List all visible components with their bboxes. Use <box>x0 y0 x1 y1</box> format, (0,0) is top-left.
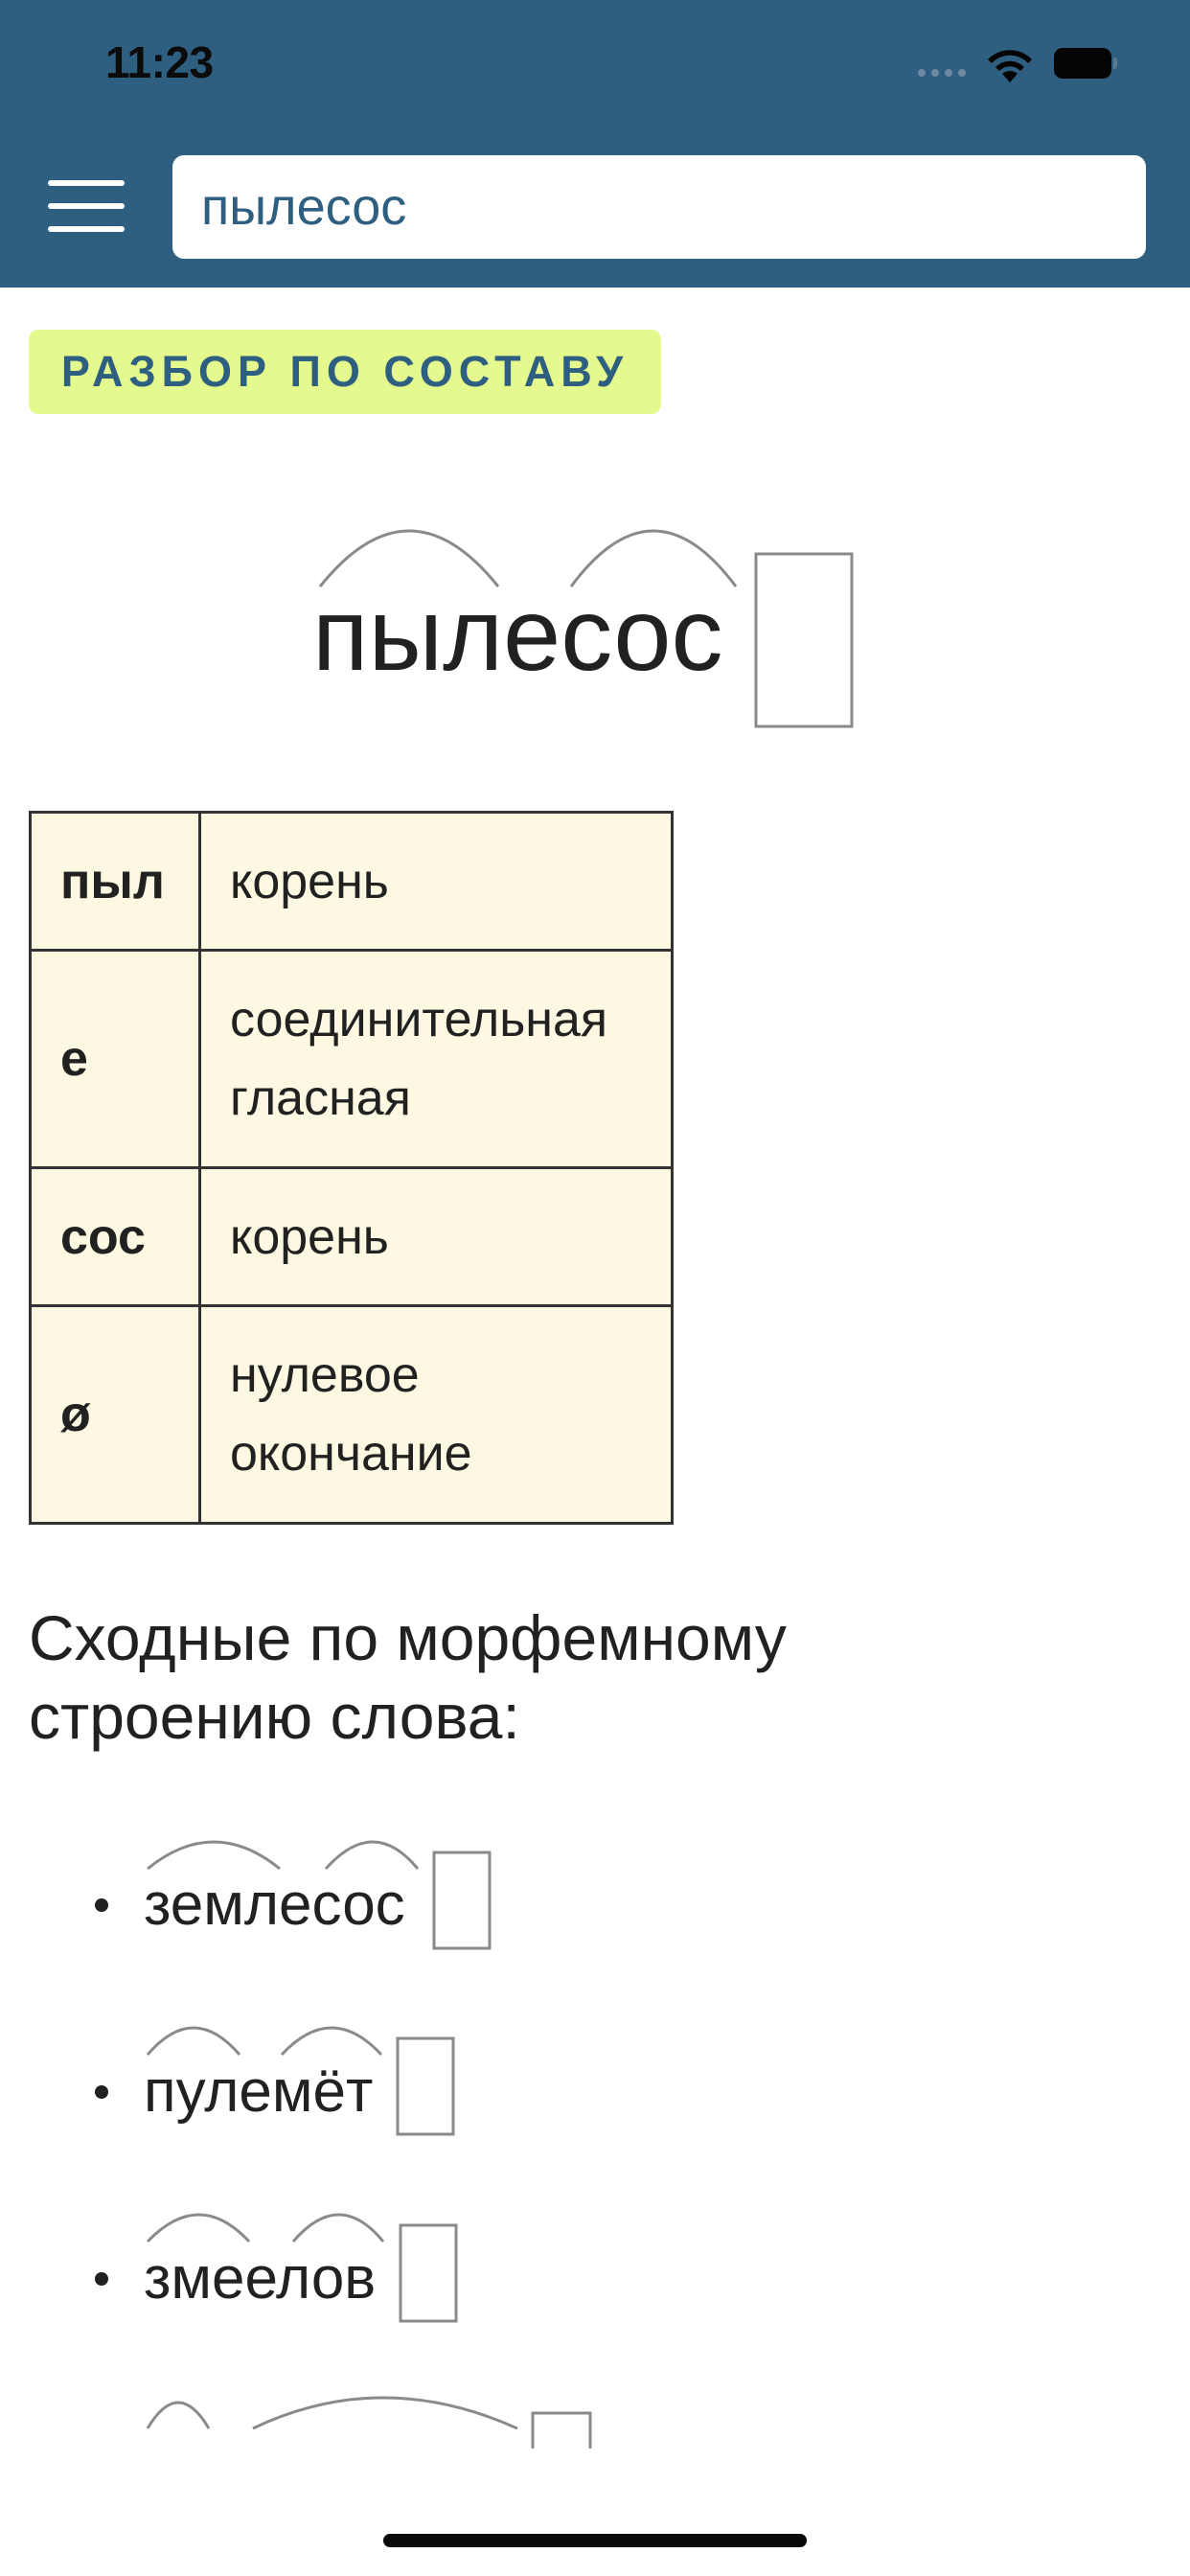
morpheme-meaning-line: нулевое <box>230 1347 420 1403</box>
word2-root-arc-2 <box>280 2026 383 2057</box>
word2-root-arc-1 <box>146 2026 241 2056</box>
morpheme-meaning: корень <box>198 811 674 952</box>
word2-ending-box <box>396 2036 455 2136</box>
word1-root-arc-1 <box>147 1840 281 1871</box>
word3-root-arc-2 <box>291 2213 385 2242</box>
bullet-icon <box>95 1898 108 1912</box>
battery-icon <box>1054 48 1117 79</box>
status-time: 11:23 <box>105 37 214 87</box>
table-row: ø нулевое окончание <box>29 1304 674 1525</box>
wifi-icon <box>988 50 1032 82</box>
table-row: пыл корень <box>29 811 674 952</box>
word4-root-arc-2 <box>252 2396 518 2430</box>
morpheme-meaning: корень <box>198 1166 674 1307</box>
similar-words-heading: Сходные по морфемному строению слова: <box>29 1598 1083 1756</box>
home-indicator[interactable] <box>383 2534 807 2547</box>
word1-root-arc-2 <box>324 1840 420 1870</box>
morpheme-part: сос <box>29 1166 201 1307</box>
hamburger-menu-icon[interactable] <box>48 180 125 232</box>
morpheme-part: е <box>29 949 201 1169</box>
section-badge-label: РАЗБОР ПО СОСТАВУ <box>60 347 629 396</box>
signal-icon <box>918 69 966 77</box>
morpheme-part: ø <box>29 1304 201 1525</box>
morpheme-meaning-line: окончание <box>230 1426 472 1482</box>
similar-words-heading-line: Сходные по морфемному <box>29 1602 787 1673</box>
word4-ending-box <box>531 2411 592 2449</box>
section-badge: РАЗБОР ПО СОСТАВУ <box>29 330 661 414</box>
similar-words-heading-line: строению слова: <box>29 1681 520 1752</box>
word3-ending-box <box>399 2223 458 2323</box>
similar-word-link[interactable]: пулемёт <box>144 2062 373 2122</box>
table-row: е соединительная гласная <box>29 949 674 1169</box>
word4-root-arc-1 <box>146 2401 211 2429</box>
bullet-icon <box>95 2085 108 2099</box>
morpheme-table: пыл корень е соединительная гласная сос … <box>29 811 674 1525</box>
word1-ending-box <box>432 1851 492 1950</box>
morpheme-part: пыл <box>29 811 201 952</box>
ending-box <box>754 552 854 728</box>
search-input-value: пылесос <box>201 178 407 236</box>
search-input[interactable]: пылесос <box>172 155 1146 259</box>
morpheme-meaning-line: соединительная <box>230 992 608 1047</box>
bullet-icon <box>95 2272 108 2286</box>
app-header: 11:23 пылесос <box>0 0 1190 288</box>
morpheme-meaning: соединительная гласная <box>198 949 674 1169</box>
morpheme-meaning-line: гласная <box>230 1070 411 1126</box>
similar-word-link[interactable]: змеелов <box>144 2249 376 2309</box>
word3-root-arc-1 <box>146 2213 251 2243</box>
morpheme-meaning: нулевое окончание <box>198 1304 674 1525</box>
similar-word-link[interactable]: землесос <box>144 1875 405 1935</box>
page: 11:23 пылесос РАЗБОР ПО СОСТАВУ пылесос <box>0 0 1190 2576</box>
table-row: сос корень <box>29 1166 674 1307</box>
main-word: пылесос <box>312 576 723 692</box>
